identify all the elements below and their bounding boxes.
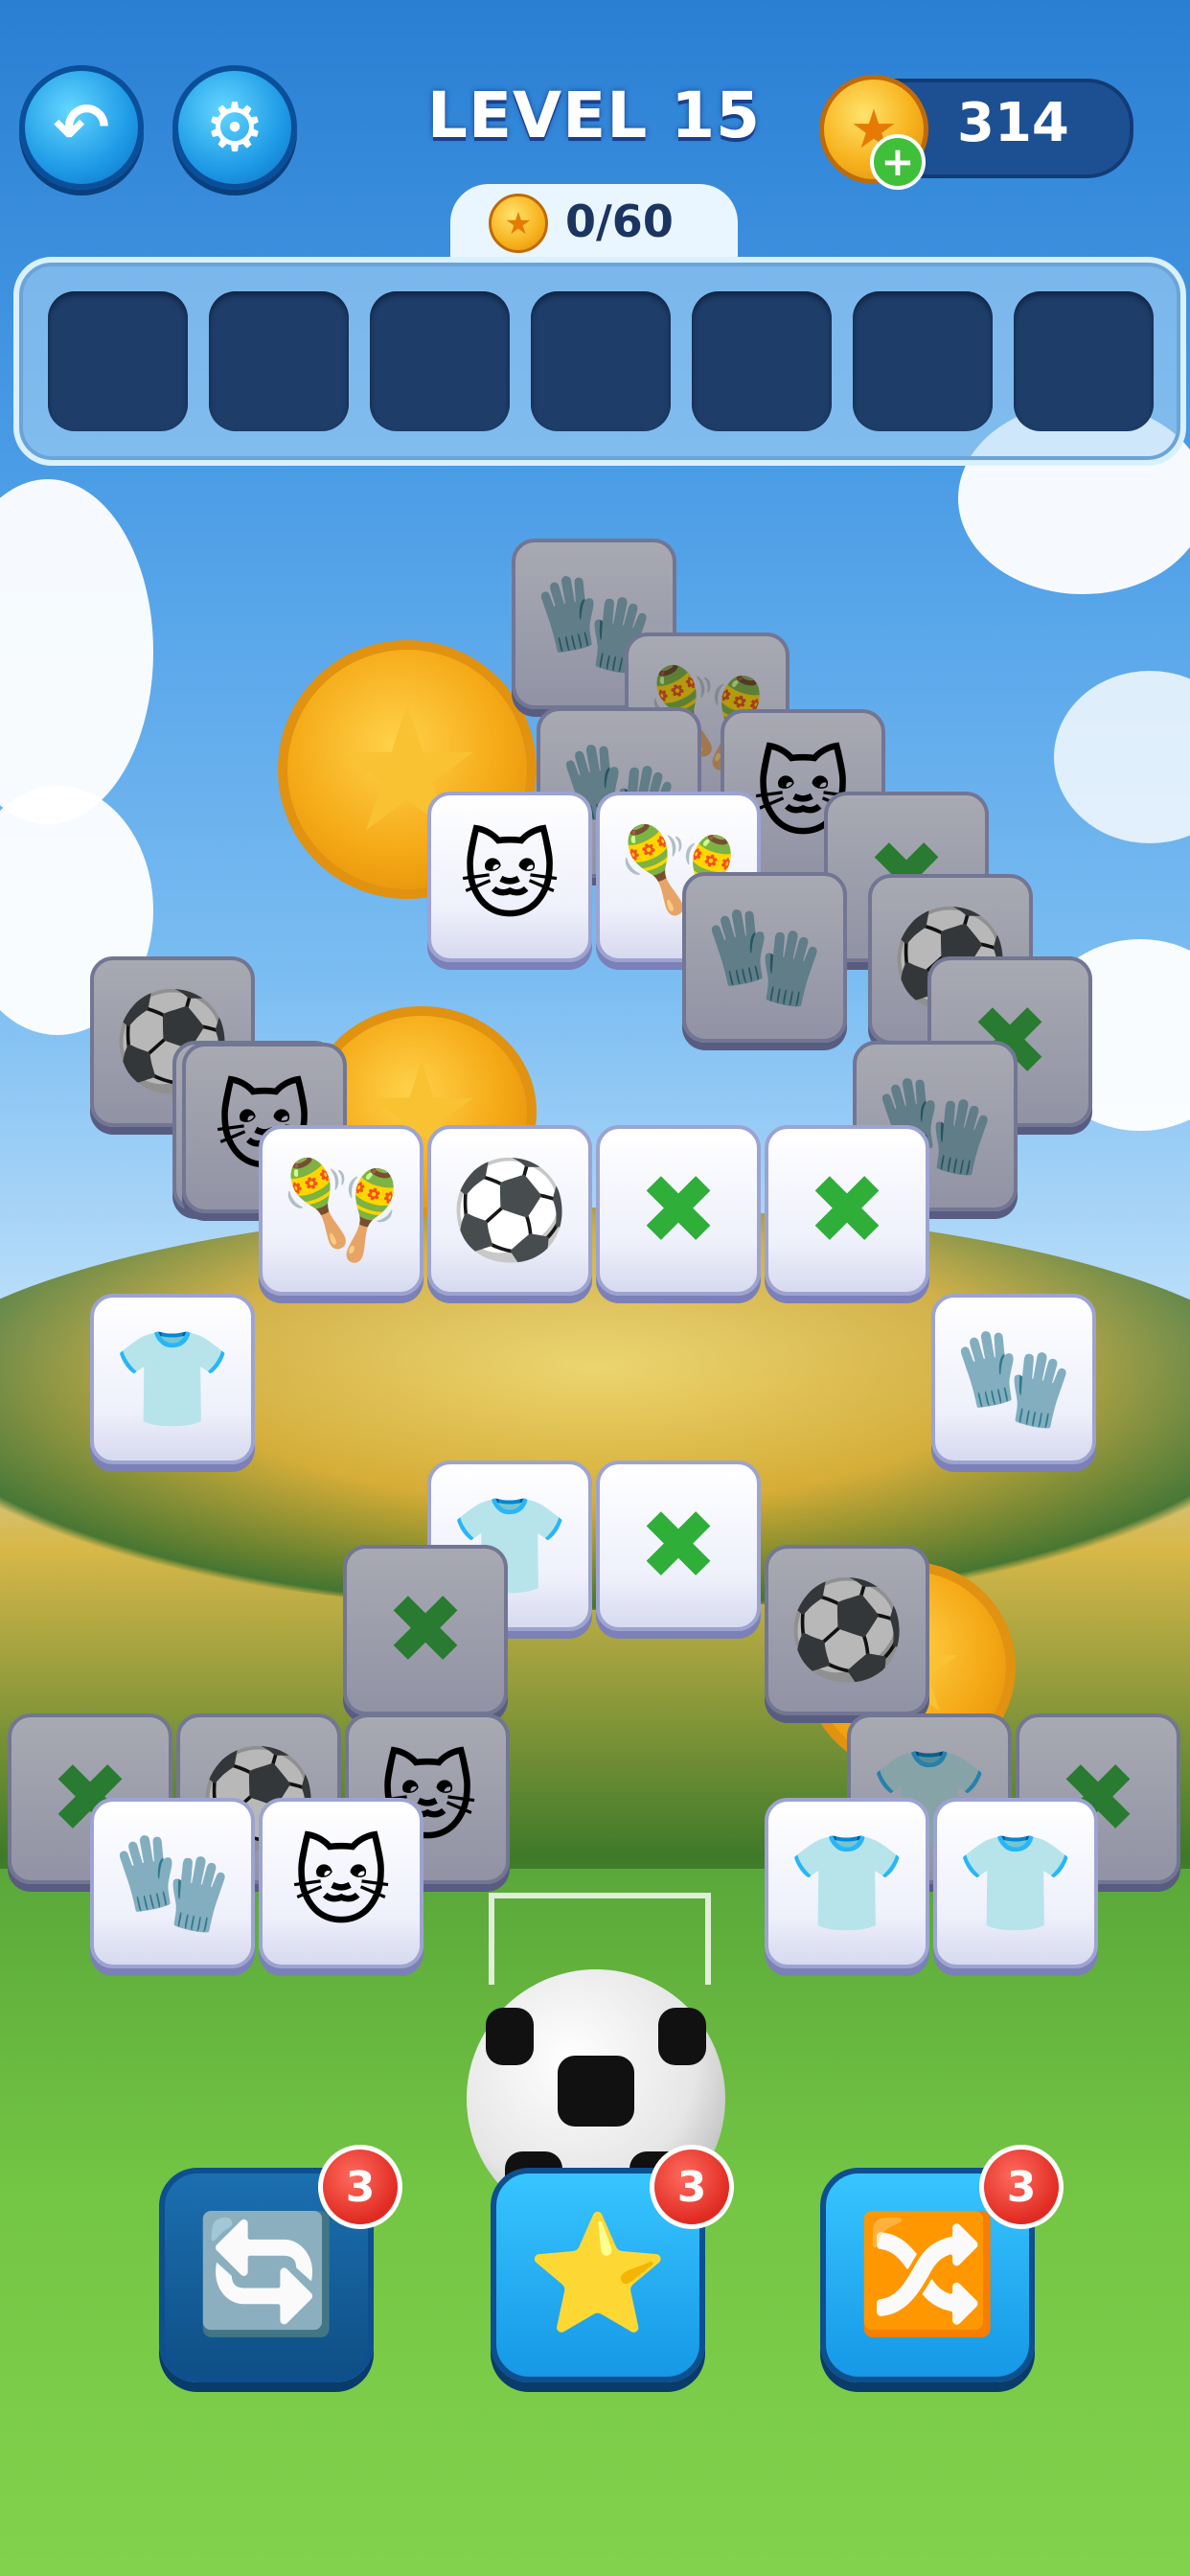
bones-icon: ✖ (385, 1574, 466, 1686)
gloves-icon: 🧤 (953, 1322, 1074, 1435)
tile-shirt[interactable]: 👕 (933, 1798, 1098, 1968)
settings-button[interactable]: ⚙ (172, 65, 297, 190)
booster-count-badge: 3 (318, 2145, 402, 2229)
tray-slot (692, 291, 832, 431)
coin-count: 314 (957, 92, 1069, 154)
undo-arrow-icon: ↶ (53, 88, 110, 167)
tray-slot (48, 291, 188, 431)
gloves-icon: 🧤 (112, 1827, 233, 1939)
tile-gloves: 🧤 (682, 872, 847, 1043)
ball-icon: ⚽ (449, 1154, 570, 1266)
undo-tile-icon: 🔄 (195, 2208, 338, 2341)
tile-shirt[interactable]: 👕 (765, 1798, 929, 1968)
tile-bones[interactable]: ✖ (596, 1125, 761, 1296)
shirt-icon: 👕 (787, 1827, 907, 1939)
tile-cat[interactable]: 🐱 (259, 1798, 423, 1968)
tray-slot (531, 291, 671, 431)
tile-bones[interactable]: ✖ (596, 1460, 761, 1631)
star-coin-icon: ★ (489, 194, 548, 253)
tray-slot (209, 291, 349, 431)
tile-bones[interactable]: ✖ (765, 1125, 929, 1296)
cloud (0, 479, 153, 824)
shirt-icon: 👕 (955, 1827, 1076, 1939)
progress-count: 0/60 (565, 196, 674, 247)
magic-wand-icon: ⭐ (526, 2208, 670, 2341)
tile-cat[interactable]: 🐱 (427, 792, 592, 962)
bones-icon: ✖ (638, 1154, 719, 1266)
gear-icon: ⚙ (204, 88, 265, 167)
booster-count-badge: 3 (650, 2145, 734, 2229)
tile-ball: ⚽ (765, 1545, 929, 1715)
shuffle-icon: 🔀 (856, 2208, 999, 2341)
back-button[interactable]: ↶ (19, 65, 144, 190)
cat-icon: 🐱 (290, 1827, 392, 1939)
tile-shirt[interactable]: 👕 (90, 1294, 255, 1464)
tile-tray (13, 257, 1186, 466)
tile-ball[interactable]: ⚽ (427, 1125, 592, 1296)
cat-icon: 🐱 (459, 820, 561, 932)
tile-bones: ✖ (343, 1545, 508, 1715)
bones-icon: ✖ (638, 1489, 719, 1601)
gloves-icon: 🧤 (704, 901, 825, 1013)
maracas-icon: 🪇 (281, 1154, 401, 1266)
plus-icon[interactable]: + (870, 134, 926, 190)
level-title: LEVEL 15 (426, 79, 762, 152)
bones-icon: ✖ (807, 1154, 887, 1266)
tile-maracas[interactable]: 🪇 (259, 1125, 423, 1296)
booster-count-badge: 3 (979, 2145, 1064, 2229)
cloud (1054, 671, 1190, 843)
tray-slot (370, 291, 510, 431)
tray-slot (1014, 291, 1154, 431)
tile-gloves[interactable]: 🧤 (90, 1798, 255, 1968)
progress-indicator: ★ 0/60 (450, 184, 738, 259)
tile-gloves[interactable]: 🧤 (931, 1294, 1096, 1464)
ball-icon: ⚽ (787, 1574, 907, 1686)
shirt-icon: 👕 (112, 1322, 233, 1435)
tray-slot (853, 291, 993, 431)
